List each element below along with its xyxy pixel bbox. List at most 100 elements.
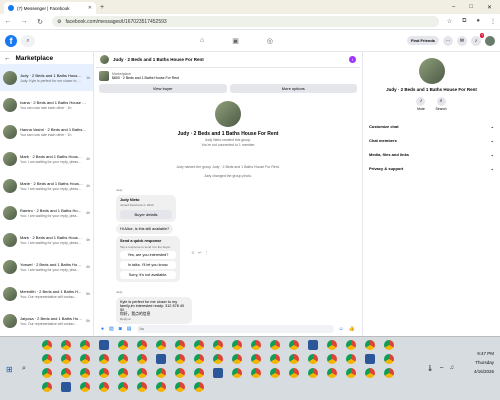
messenger-icon[interactable]: ✉ <box>457 35 467 46</box>
taskbar-app-icon[interactable] <box>40 367 54 379</box>
taskbar-app-icon[interactable] <box>211 353 225 365</box>
taskbar-app-icon[interactable] <box>211 339 225 351</box>
taskbar-app-icon[interactable] <box>192 339 206 351</box>
quick-reply-button[interactable]: Yes, are you interested? <box>120 251 176 259</box>
customize-chat-row[interactable]: Customize chat ⌄ <box>363 121 500 132</box>
menu-grid-icon[interactable]: ⋯ <box>443 35 453 46</box>
url-field[interactable]: ⚙ facebook.com/messages/t/16702351745259… <box>52 16 439 27</box>
taskbar-app-icon[interactable] <box>382 353 396 365</box>
taskbar-app-icon[interactable] <box>344 367 358 379</box>
taskbar-app-icon[interactable] <box>382 339 396 351</box>
taskbar-app-icon[interactable] <box>363 367 377 379</box>
taskbar-app-icon[interactable] <box>363 339 377 351</box>
taskbar-app-icon[interactable] <box>59 339 73 351</box>
taskbar-app-icon[interactable] <box>325 367 339 379</box>
emoji-icon[interactable]: ☺ <box>339 326 344 332</box>
extensions-icon[interactable]: ⧉ <box>462 18 466 25</box>
thread-item[interactable]: Jaiyosa · 2 Beds and 1 Baths House... You… <box>0 307 93 334</box>
taskbar-app-icon[interactable] <box>97 353 111 365</box>
quick-reply-button[interactable]: Sorry, it's not available. <box>120 271 176 279</box>
media-files-row[interactable]: Media, files and links ⌄ <box>363 149 500 160</box>
taskbar-app-icon[interactable] <box>40 353 54 365</box>
taskbar-app-icon[interactable] <box>59 381 73 393</box>
taskbar-app-icon[interactable] <box>154 367 168 379</box>
taskbar-app-icon[interactable] <box>325 339 339 351</box>
taskbar-app-icon[interactable] <box>192 381 206 393</box>
message-input[interactable]: Aa <box>136 325 334 333</box>
buyer-details-button[interactable]: Buyer details <box>120 210 172 219</box>
sticker-icon[interactable]: ◙ <box>119 326 122 332</box>
reply-icon[interactable]: ↩ <box>198 250 201 255</box>
close-tab-icon[interactable]: ✕ <box>88 5 92 11</box>
taskbar-app-icon[interactable] <box>97 339 111 351</box>
clock[interactable]: 9:47 PM Thursday 4/16/2026 <box>474 351 494 374</box>
taskbar-app-icon[interactable] <box>154 353 168 365</box>
taskbar-app-icon[interactable] <box>230 339 244 351</box>
more-icon[interactable]: ⋮ <box>204 250 208 255</box>
taskbar-app-icon[interactable] <box>40 381 54 393</box>
thread-item[interactable]: Ivana · 2 Beds and 1 Baths House F... You… <box>0 91 93 118</box>
close-window-icon[interactable]: ✕ <box>487 4 492 11</box>
minimize-icon[interactable]: – <box>452 4 455 10</box>
taskbar-app-icon[interactable] <box>116 367 130 379</box>
taskbar-app-icon[interactable] <box>230 367 244 379</box>
taskbar-app-icon[interactable] <box>59 353 73 365</box>
taskbar-app-icon[interactable] <box>287 367 301 379</box>
info-icon[interactable]: i <box>349 56 356 63</box>
taskbar-app-icon[interactable] <box>78 381 92 393</box>
more-options-button[interactable]: More options <box>229 84 357 93</box>
taskbar-app-icon[interactable] <box>135 381 149 393</box>
taskbar-app-icon[interactable] <box>287 339 301 351</box>
marketplace-icon[interactable]: ▣ <box>232 37 239 45</box>
taskbar-app-icon[interactable] <box>363 353 377 365</box>
taskbar-app-icon[interactable] <box>40 339 54 351</box>
view-buyer-button[interactable]: View buyer <box>99 84 227 93</box>
thread-item[interactable]: Yoswel · 2 Beds and 1 Baths House... You:… <box>0 253 93 280</box>
site-info-icon[interactable]: ⚙ <box>57 19 61 25</box>
taskbar-app-icon[interactable] <box>116 353 130 365</box>
taskbar-app-icon[interactable] <box>78 367 92 379</box>
maximize-icon[interactable]: □ <box>469 4 473 10</box>
taskbar-app-icon[interactable] <box>325 353 339 365</box>
taskbar-search-icon[interactable]: ⌕ <box>22 365 26 373</box>
taskbar-app-icon[interactable] <box>287 353 301 365</box>
thread-item[interactable]: Ramiro · 2 Beds and 1 Baths House... You:… <box>0 199 93 226</box>
mute-button[interactable]: ♪ Mute <box>416 97 426 111</box>
privacy-support-row[interactable]: Privacy & support ⌄ <box>363 163 500 174</box>
taskbar-app-icon[interactable] <box>135 353 149 365</box>
taskbar-app-icon[interactable] <box>192 367 206 379</box>
chat-avatar[interactable] <box>100 55 109 64</box>
taskbar-app-icon[interactable] <box>78 339 92 351</box>
taskbar-app-icon[interactable] <box>173 339 187 351</box>
menu-icon[interactable]: ⋮ <box>490 18 496 25</box>
taskbar-app-icon[interactable] <box>249 367 263 379</box>
image-icon[interactable]: ▨ <box>109 326 114 332</box>
taskbar-app-icon[interactable] <box>211 367 225 379</box>
taskbar-app-icon[interactable] <box>268 339 282 351</box>
thread-item[interactable]: Mark · 2 Beds and 1 Baths House F... You:… <box>0 145 93 172</box>
taskbar-app-icon[interactable] <box>344 339 358 351</box>
home-icon[interactable]: ⌂ <box>200 37 204 45</box>
browser-tab[interactable]: (7) Messenger | Facebook ✕ <box>4 2 96 14</box>
thread-item[interactable]: Judy · 2 Beds and 1 Baths House F... Judy… <box>0 64 93 91</box>
volume-icon[interactable]: ♫ <box>450 365 455 373</box>
bookmark-star-icon[interactable]: ☆ <box>447 18 452 25</box>
chat-members-row[interactable]: Chat members ⌄ <box>363 135 500 146</box>
taskbar-app-icon[interactable] <box>97 381 111 393</box>
microphone-icon[interactable]: ● <box>101 326 104 332</box>
taskbar-app-icon[interactable] <box>249 339 263 351</box>
taskbar-app-icon[interactable] <box>230 353 244 365</box>
thread-item[interactable]: Marie · 2 Beds and 1 Baths House F... You… <box>0 172 93 199</box>
listing-summary[interactable]: Marketplace $800 · 2 Beds and 1 Baths Ho… <box>99 71 357 81</box>
groups-icon[interactable]: ◎ <box>267 37 273 45</box>
taskbar-app-icon[interactable] <box>173 367 187 379</box>
search-button[interactable]: ⌕ Search <box>435 97 447 111</box>
facebook-logo-icon[interactable]: f <box>5 34 17 47</box>
account-avatar[interactable] <box>485 35 495 46</box>
taskbar-app-icon[interactable] <box>135 367 149 379</box>
quick-reply-button[interactable]: In talks. I'll let you know. <box>120 261 176 269</box>
taskbar-app-icon[interactable] <box>173 381 187 393</box>
back-arrow-icon[interactable]: ← <box>4 55 11 62</box>
reload-icon[interactable]: ↻ <box>36 18 44 26</box>
find-friends-button[interactable]: Find Friends <box>407 36 439 45</box>
